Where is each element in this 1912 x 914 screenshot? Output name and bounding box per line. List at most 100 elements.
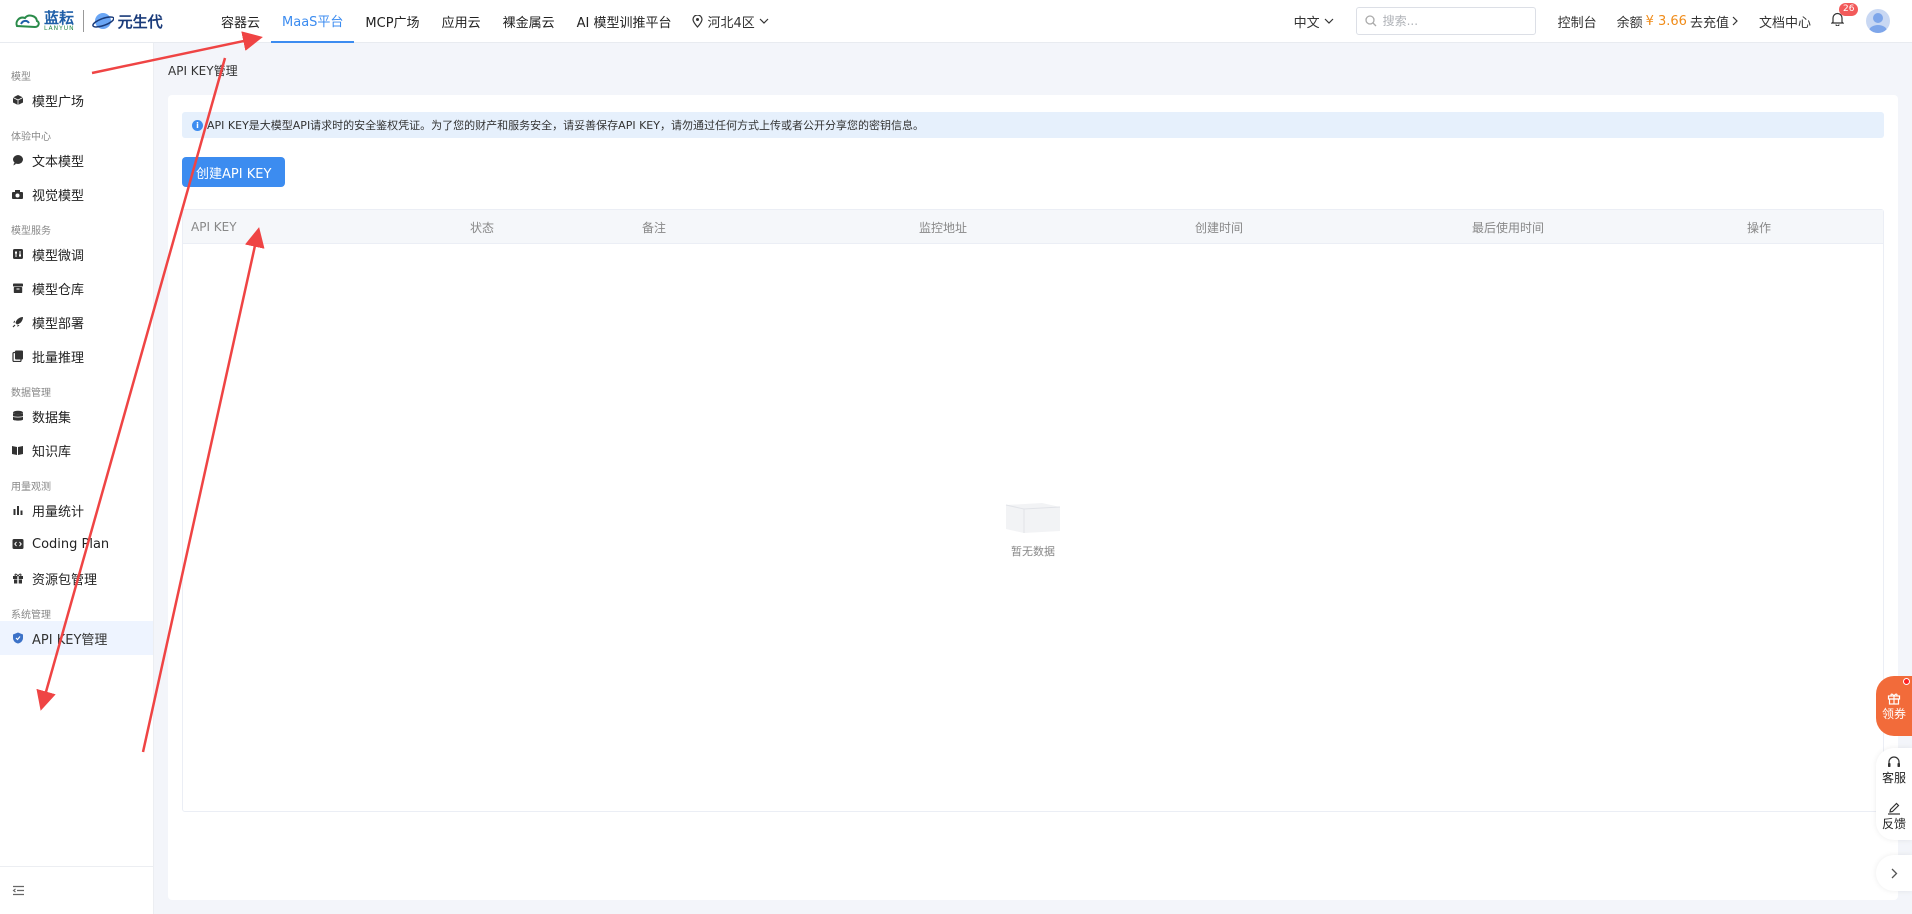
sidebar-group-data: 数据管理 [11, 388, 51, 399]
chevron-down-icon [759, 18, 769, 24]
gift-icon [11, 572, 24, 585]
archive-icon [11, 282, 24, 295]
info-alert: i API KEY是大模型API请求时的安全鉴权凭证。为了您的财产和服务安全，请… [182, 112, 1884, 138]
top-navigation-bar: 蓝耘 LANYUN 元生代 容器云 MaaS平台 MCP广场 应用云 裸金属云 … [0, 0, 1912, 43]
coupon-dot [1903, 678, 1910, 685]
sidebar-item-usage-stats[interactable]: 用量统计 [0, 493, 153, 527]
shield-icon [11, 632, 24, 645]
logo-subtitle: LANYUN [44, 24, 75, 32]
sidebar-item-label: Coding Plan [32, 536, 110, 552]
column-header-api-key: API KEY [191, 220, 237, 234]
database-icon [11, 410, 24, 423]
chevron-right-icon [1891, 868, 1897, 878]
sidebar-item-label: 资源包管理 [32, 572, 98, 588]
balance-recharge[interactable]: 余额 ¥ 3.66 去充值 [1617, 12, 1739, 31]
headset-icon [1887, 756, 1900, 767]
chat-icon [11, 154, 24, 167]
nav-maas-platform[interactable]: MaaS平台 [271, 0, 355, 43]
chevron-down-icon [1324, 18, 1334, 24]
nav-container-cloud[interactable]: 容器云 [210, 0, 271, 43]
nav-ai-training-platform[interactable]: AI 模型训推平台 [566, 0, 683, 43]
sidebar-item-model-repo[interactable]: 模型仓库 [0, 271, 153, 305]
empty-state: 暂无数据 [183, 244, 1883, 811]
chevron-right-icon [1732, 16, 1738, 26]
sidebar-item-api-key-management[interactable]: API KEY管理 [0, 621, 153, 655]
column-header-last-used-time: 最后使用时间 [1472, 220, 1545, 235]
sidebar-item-vision-model[interactable]: 视觉模型 [0, 177, 153, 211]
sidebar-item-resource-package[interactable]: 资源包管理 [0, 561, 153, 595]
lanyun-logo-icon [15, 14, 40, 29]
lanyun-logo: 蓝耘 LANYUN [14, 10, 75, 32]
side-tools-toggle-button[interactable] [1876, 855, 1912, 891]
collapse-menu-icon [12, 885, 24, 896]
docs-center-link[interactable]: 文档中心 [1759, 12, 1811, 31]
sidebar: 模型 模型广场 体验中心 文本模型 视觉模型 模型服务 模型微调 模型仓库 模型… [0, 43, 154, 914]
sidebar-item-label: 文本模型 [32, 154, 85, 170]
nav-bare-metal-cloud[interactable]: 裸金属云 [492, 0, 566, 43]
sidebar-item-coding-plan[interactable]: Coding Plan [0, 527, 153, 561]
region-label: 河北4区 [707, 15, 755, 31]
sidebar-item-dataset[interactable]: 数据集 [0, 399, 153, 433]
balance-label: 余额 [1616, 15, 1643, 31]
sidebar-item-text-model[interactable]: 文本模型 [0, 143, 153, 177]
top-right-tools: 中文 控制台 余额 ¥ 3.66 去充值 文档中心 26 [1294, 0, 1912, 43]
notifications[interactable]: 26 [1830, 3, 1859, 30]
planet-logo-icon [91, 13, 114, 29]
sidebar-item-label: 批量推理 [32, 350, 85, 366]
sidebar-item-label: 模型部署 [32, 316, 85, 332]
layers-icon [11, 350, 24, 363]
gift-icon [1887, 693, 1901, 705]
feedback-label: 反馈 [1881, 817, 1906, 831]
sidebar-item-model-deploy[interactable]: 模型部署 [0, 305, 153, 339]
sidebar-item-knowledge-base[interactable]: 知识库 [0, 433, 153, 467]
camera-icon [11, 188, 24, 201]
language-label: 中文 [1293, 15, 1320, 31]
region-selector[interactable]: 河北4区 [682, 0, 778, 43]
sidebar-item-model-plaza[interactable]: 模型广场 [0, 83, 153, 117]
api-key-table: API KEY 状态 备注 监控地址 创建时间 最后使用时间 操作 暂无数据 [182, 209, 1884, 812]
sidebar-item-label: 用量统计 [32, 504, 85, 520]
logo[interactable]: 蓝耘 LANYUN 元生代 [0, 0, 210, 43]
sidebar-item-fine-tune[interactable]: 模型微调 [0, 237, 153, 271]
search-box[interactable] [1355, 7, 1536, 35]
recharge-link[interactable]: 去充值 [1690, 12, 1729, 31]
info-icon: i [192, 119, 203, 131]
feedback-button[interactable]: 反馈 [1882, 802, 1906, 832]
column-header-monitor-url: 监控地址 [919, 220, 968, 235]
language-selector[interactable]: 中文 [1294, 12, 1334, 31]
search-icon [1364, 15, 1377, 27]
coupon-label: 领券 [1881, 706, 1906, 721]
rocket-icon [11, 316, 24, 329]
nav-mcp-plaza[interactable]: MCP广场 [354, 0, 430, 43]
book-icon [11, 444, 24, 457]
notification-badge: 26 [1839, 3, 1859, 16]
code-icon [11, 538, 24, 551]
side-tools: 客服 反馈 [1876, 748, 1912, 840]
column-header-created-time: 创建时间 [1195, 220, 1244, 235]
bar-chart-icon [11, 504, 24, 517]
sidebar-item-batch-inference[interactable]: 批量推理 [0, 339, 153, 373]
logo2-title: 元生代 [117, 12, 163, 31]
customer-service-button[interactable]: 客服 [1882, 756, 1906, 786]
sidebar-item-label: 模型微调 [32, 248, 85, 264]
console-link[interactable]: 控制台 [1558, 12, 1597, 31]
sidebar-item-label: 数据集 [32, 410, 72, 426]
sidebar-group-system: 系统管理 [11, 610, 51, 621]
user-icon [1869, 13, 1887, 33]
sidebar-item-label: 模型仓库 [32, 282, 85, 298]
sidebar-group-model-service: 模型服务 [11, 226, 51, 237]
search-input[interactable] [1382, 14, 1523, 28]
sidebar-collapse-button[interactable] [0, 866, 153, 914]
table-header: API KEY 状态 备注 监控地址 创建时间 最后使用时间 操作 [183, 210, 1883, 244]
page-title: API KEY管理 [168, 64, 238, 78]
customer-service-label: 客服 [1881, 771, 1906, 785]
main-nav: 容器云 MaaS平台 MCP广场 应用云 裸金属云 AI 模型训推平台 河北4区 [210, 0, 779, 43]
coupon-widget[interactable]: 领券 [1876, 676, 1912, 736]
nav-app-cloud[interactable]: 应用云 [431, 0, 492, 43]
logo-divider [82, 10, 84, 32]
avatar[interactable] [1866, 9, 1890, 33]
empty-text: 暂无数据 [1011, 544, 1055, 558]
create-api-key-button[interactable]: 创建API KEY [182, 157, 286, 187]
sidebar-item-label: 视觉模型 [32, 188, 85, 204]
sliders-icon [11, 248, 24, 261]
